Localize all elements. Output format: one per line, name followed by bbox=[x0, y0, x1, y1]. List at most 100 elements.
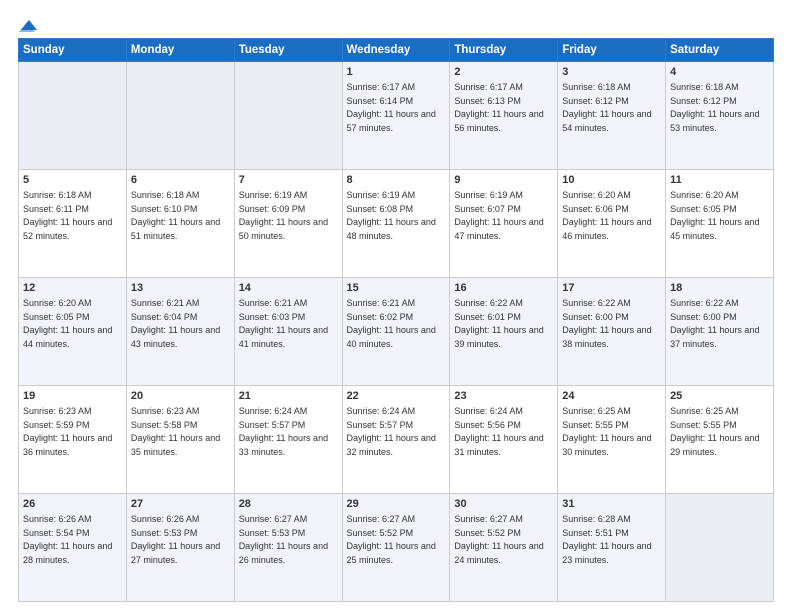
calendar-cell: 12 Sunrise: 6:20 AM Sunset: 6:05 PM Dayli… bbox=[19, 278, 127, 386]
calendar-week-row: 12 Sunrise: 6:20 AM Sunset: 6:05 PM Dayli… bbox=[19, 278, 774, 386]
day-number: 13 bbox=[131, 281, 230, 296]
day-number: 5 bbox=[23, 173, 122, 188]
day-number: 10 bbox=[562, 173, 661, 188]
day-number: 4 bbox=[670, 65, 769, 80]
day-number: 6 bbox=[131, 173, 230, 188]
calendar-cell bbox=[126, 62, 234, 170]
calendar-cell: 16 Sunrise: 6:22 AM Sunset: 6:01 PM Dayli… bbox=[450, 278, 558, 386]
header bbox=[18, 18, 774, 30]
calendar-cell: 19 Sunrise: 6:23 AM Sunset: 5:59 PM Dayli… bbox=[19, 386, 127, 494]
calendar-cell: 26Sunrise: 6:26 AM Sunset: 5:54 PM Dayli… bbox=[19, 494, 127, 602]
calendar-cell: 3Sunrise: 6:18 AM Sunset: 6:12 PM Daylig… bbox=[558, 62, 666, 170]
calendar-cell bbox=[234, 62, 342, 170]
calendar-cell: 31 Sunrise: 6:28 AM Sunset: 5:51 PM Dayli… bbox=[558, 494, 666, 602]
calendar-cell: 25 Sunrise: 6:25 AM Sunset: 5:55 PM Dayli… bbox=[666, 386, 774, 494]
calendar-cell: 21Sunrise: 6:24 AM Sunset: 5:57 PM Dayli… bbox=[234, 386, 342, 494]
day-info: Sunrise: 6:23 AM Sunset: 5:59 PM Dayligh… bbox=[23, 406, 112, 457]
day-info: Sunrise: 6:17 AM Sunset: 6:13 PM Dayligh… bbox=[454, 82, 543, 133]
day-info: Sunrise: 6:20 AM Sunset: 6:05 PM Dayligh… bbox=[670, 190, 759, 241]
day-number: 9 bbox=[454, 173, 553, 188]
calendar-week-row: 19 Sunrise: 6:23 AM Sunset: 5:59 PM Dayli… bbox=[19, 386, 774, 494]
day-info: Sunrise: 6:19 AM Sunset: 6:08 PM Dayligh… bbox=[347, 190, 436, 241]
calendar-cell: 28 Sunrise: 6:27 AM Sunset: 5:53 PM Dayli… bbox=[234, 494, 342, 602]
calendar-cell: 8 Sunrise: 6:19 AM Sunset: 6:08 PM Daylig… bbox=[342, 170, 450, 278]
calendar-cell bbox=[19, 62, 127, 170]
day-number: 24 bbox=[562, 389, 661, 404]
day-number: 3 bbox=[562, 65, 661, 80]
day-number: 11 bbox=[670, 173, 769, 188]
calendar-cell: 4 Sunrise: 6:18 AM Sunset: 6:12 PM Daylig… bbox=[666, 62, 774, 170]
day-number: 23 bbox=[454, 389, 553, 404]
day-number: 17 bbox=[562, 281, 661, 296]
day-info: Sunrise: 6:19 AM Sunset: 6:07 PM Dayligh… bbox=[454, 190, 543, 241]
calendar-cell: 17 Sunrise: 6:22 AM Sunset: 6:00 PM Dayli… bbox=[558, 278, 666, 386]
day-info: Sunrise: 6:22 AM Sunset: 6:00 PM Dayligh… bbox=[562, 298, 651, 349]
day-header-monday: Monday bbox=[126, 39, 234, 62]
day-number: 19 bbox=[23, 389, 122, 404]
day-header-thursday: Thursday bbox=[450, 39, 558, 62]
calendar-cell: 6 Sunrise: 6:18 AM Sunset: 6:10 PM Daylig… bbox=[126, 170, 234, 278]
day-info: Sunrise: 6:25 AM Sunset: 5:55 PM Dayligh… bbox=[562, 406, 651, 457]
day-number: 2 bbox=[454, 65, 553, 80]
calendar-cell: 2 Sunrise: 6:17 AM Sunset: 6:13 PM Daylig… bbox=[450, 62, 558, 170]
calendar-cell: 14 Sunrise: 6:21 AM Sunset: 6:03 PM Dayli… bbox=[234, 278, 342, 386]
day-info: Sunrise: 6:21 AM Sunset: 6:04 PM Dayligh… bbox=[131, 298, 220, 349]
calendar-cell: 15 Sunrise: 6:21 AM Sunset: 6:02 PM Dayli… bbox=[342, 278, 450, 386]
calendar-cell: 13 Sunrise: 6:21 AM Sunset: 6:04 PM Dayli… bbox=[126, 278, 234, 386]
calendar-cell: 10 Sunrise: 6:20 AM Sunset: 6:06 PM Dayli… bbox=[558, 170, 666, 278]
day-info: Sunrise: 6:23 AM Sunset: 5:58 PM Dayligh… bbox=[131, 406, 220, 457]
calendar-cell: 5 Sunrise: 6:18 AM Sunset: 6:11 PM Daylig… bbox=[19, 170, 127, 278]
day-number: 7 bbox=[239, 173, 338, 188]
day-number: 25 bbox=[670, 389, 769, 404]
day-info: Sunrise: 6:18 AM Sunset: 6:10 PM Dayligh… bbox=[131, 190, 220, 241]
day-number: 16 bbox=[454, 281, 553, 296]
day-info: Sunrise: 6:27 AM Sunset: 5:52 PM Dayligh… bbox=[347, 514, 436, 565]
calendar-header-row: SundayMondayTuesdayWednesdayThursdayFrid… bbox=[19, 39, 774, 62]
day-info: Sunrise: 6:21 AM Sunset: 6:02 PM Dayligh… bbox=[347, 298, 436, 349]
day-info: Sunrise: 6:20 AM Sunset: 6:06 PM Dayligh… bbox=[562, 190, 651, 241]
calendar-cell: 24 Sunrise: 6:25 AM Sunset: 5:55 PM Dayli… bbox=[558, 386, 666, 494]
calendar-cell: 7 Sunrise: 6:19 AM Sunset: 6:09 PM Daylig… bbox=[234, 170, 342, 278]
day-info: Sunrise: 6:27 AM Sunset: 5:53 PM Dayligh… bbox=[239, 514, 328, 565]
day-info: Sunrise: 6:24 AM Sunset: 5:56 PM Dayligh… bbox=[454, 406, 543, 457]
day-number: 22 bbox=[347, 389, 446, 404]
day-number: 8 bbox=[347, 173, 446, 188]
day-number: 30 bbox=[454, 497, 553, 512]
day-info: Sunrise: 6:22 AM Sunset: 6:01 PM Dayligh… bbox=[454, 298, 543, 349]
day-number: 20 bbox=[131, 389, 230, 404]
calendar-week-row: 1 Sunrise: 6:17 AM Sunset: 6:14 PM Daylig… bbox=[19, 62, 774, 170]
day-number: 15 bbox=[347, 281, 446, 296]
calendar-cell: 29 Sunrise: 6:27 AM Sunset: 5:52 PM Dayli… bbox=[342, 494, 450, 602]
day-info: Sunrise: 6:28 AM Sunset: 5:51 PM Dayligh… bbox=[562, 514, 651, 565]
day-info: Sunrise: 6:18 AM Sunset: 6:11 PM Dayligh… bbox=[23, 190, 112, 241]
day-number: 28 bbox=[239, 497, 338, 512]
day-info: Sunrise: 6:21 AM Sunset: 6:03 PM Dayligh… bbox=[239, 298, 328, 349]
day-number: 14 bbox=[239, 281, 338, 296]
day-info: Sunrise: 6:17 AM Sunset: 6:14 PM Dayligh… bbox=[347, 82, 436, 133]
day-info: Sunrise: 6:18 AM Sunset: 6:12 PM Dayligh… bbox=[670, 82, 759, 133]
page: SundayMondayTuesdayWednesdayThursdayFrid… bbox=[0, 0, 792, 612]
calendar-cell: 30 Sunrise: 6:27 AM Sunset: 5:52 PM Dayli… bbox=[450, 494, 558, 602]
day-info: Sunrise: 6:27 AM Sunset: 5:52 PM Dayligh… bbox=[454, 514, 543, 565]
logo-icon bbox=[19, 18, 37, 32]
day-info: Sunrise: 6:24 AM Sunset: 5:57 PM Dayligh… bbox=[347, 406, 436, 457]
day-header-tuesday: Tuesday bbox=[234, 39, 342, 62]
day-header-friday: Friday bbox=[558, 39, 666, 62]
calendar-cell: 9 Sunrise: 6:19 AM Sunset: 6:07 PM Daylig… bbox=[450, 170, 558, 278]
calendar-week-row: 26Sunrise: 6:26 AM Sunset: 5:54 PM Dayli… bbox=[19, 494, 774, 602]
calendar-week-row: 5 Sunrise: 6:18 AM Sunset: 6:11 PM Daylig… bbox=[19, 170, 774, 278]
day-number: 1 bbox=[347, 65, 446, 80]
day-number: 27 bbox=[131, 497, 230, 512]
calendar-cell: 27Sunrise: 6:26 AM Sunset: 5:53 PM Dayli… bbox=[126, 494, 234, 602]
calendar-cell: 23 Sunrise: 6:24 AM Sunset: 5:56 PM Dayli… bbox=[450, 386, 558, 494]
day-number: 12 bbox=[23, 281, 122, 296]
day-info: Sunrise: 6:20 AM Sunset: 6:05 PM Dayligh… bbox=[23, 298, 112, 349]
day-number: 26 bbox=[23, 497, 122, 512]
calendar-cell: 20 Sunrise: 6:23 AM Sunset: 5:58 PM Dayli… bbox=[126, 386, 234, 494]
day-info: Sunrise: 6:25 AM Sunset: 5:55 PM Dayligh… bbox=[670, 406, 759, 457]
day-number: 18 bbox=[670, 281, 769, 296]
day-number: 31 bbox=[562, 497, 661, 512]
day-number: 29 bbox=[347, 497, 446, 512]
calendar-cell: 18Sunrise: 6:22 AM Sunset: 6:00 PM Dayli… bbox=[666, 278, 774, 386]
day-info: Sunrise: 6:19 AM Sunset: 6:09 PM Dayligh… bbox=[239, 190, 328, 241]
